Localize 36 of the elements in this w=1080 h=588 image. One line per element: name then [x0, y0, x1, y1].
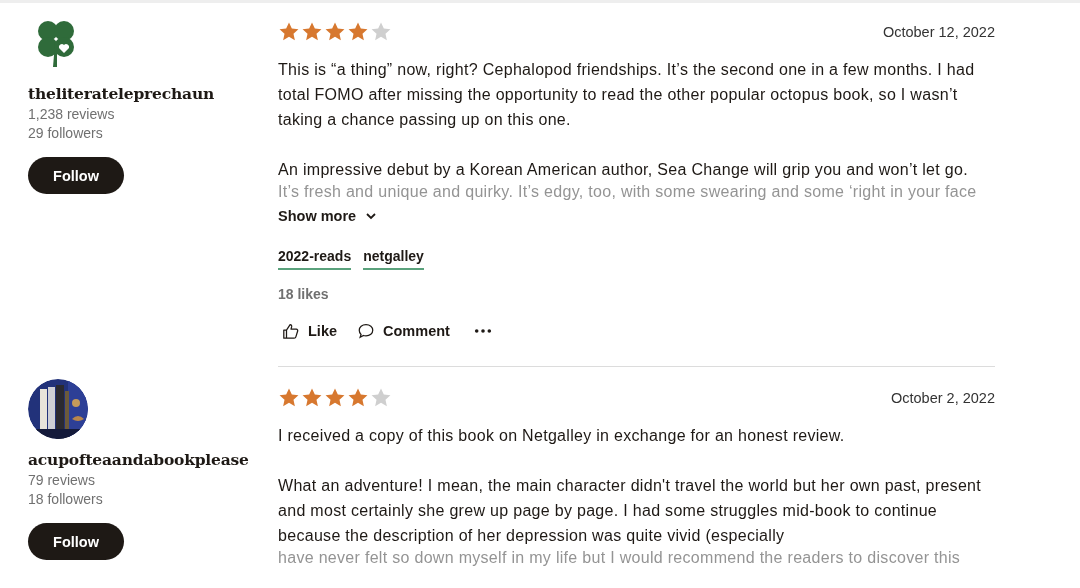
- tag-link[interactable]: 2022-reads: [278, 248, 352, 270]
- review-paragraph: An impressive debut by a Korean American author, Sea Change will grip you and won’t let go.: [278, 160, 969, 180]
- follower-count[interactable]: 18 followers: [28, 491, 103, 507]
- speech-bubble-icon: [357, 322, 375, 340]
- tag-link[interactable]: netgalley: [363, 248, 424, 270]
- username[interactable]: theliterateleprechaun: [28, 84, 215, 103]
- faded-review-text: have never felt so down myself in my life but I would recommend the readers to discover this: [278, 548, 962, 568]
- star-icon: [301, 387, 323, 409]
- star-icon: [347, 387, 369, 409]
- star-icon: [324, 21, 346, 43]
- follow-button[interactable]: Follow: [28, 157, 124, 194]
- follow-button[interactable]: Follow: [28, 523, 124, 560]
- star-icon: [324, 387, 346, 409]
- star-icon: [347, 21, 369, 43]
- follower-count[interactable]: 29 followers: [28, 125, 103, 141]
- review-date[interactable]: October 12, 2022: [882, 24, 995, 40]
- star-icon: [278, 21, 300, 43]
- review-count[interactable]: 1,238 reviews: [28, 106, 115, 122]
- review-paragraph: What an adventure! I mean, the main character didn't travel the world but her own past, present and most certainly she grew up page by page. I had some struggles mid-book to continue because the description of her depression was quite vivid (especially: [278, 476, 983, 546]
- caret-icon: [365, 210, 378, 222]
- review-paragraph: This is “a thing” now, right? Cephalopod friendships. It’s the second one in a few months. I had total FOMO after missing the opportunity to read the other popular octopus book, so I wasn’t taking a chance passing up on this one.: [278, 60, 976, 130]
- like-button[interactable]: Like: [282, 322, 337, 340]
- more-options-icon[interactable]: [473, 328, 492, 334]
- star-icon: [370, 387, 392, 409]
- username[interactable]: acupofteaandabookplease: [28, 450, 249, 469]
- star-icon: [301, 21, 323, 43]
- faded-review-text: It’s fresh and unique and quirky. It’s edgy, too, with some swearing and some ‘right in your face: [278, 182, 978, 202]
- star-icon: [278, 387, 300, 409]
- likes-count[interactable]: 18 likes: [278, 286, 995, 302]
- review-paragraph: I received a copy of this book on Netgalley in exchange for an honest review.: [278, 426, 846, 446]
- star-icon: [370, 21, 392, 43]
- review-count[interactable]: 79 reviews: [28, 472, 95, 488]
- comment-button[interactable]: Comment: [357, 322, 450, 340]
- thumbs-up-icon: [282, 322, 300, 340]
- show-more-button[interactable]: Show more: [278, 208, 378, 224]
- review-date[interactable]: October 2, 2022: [891, 390, 995, 406]
